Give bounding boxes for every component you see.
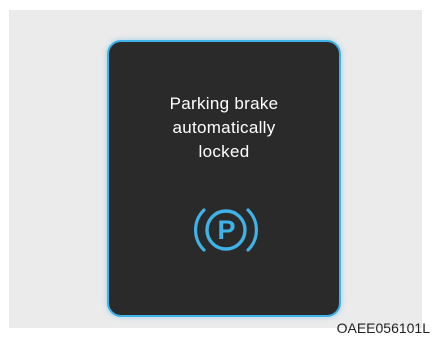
cluster-display-panel: Parking brake automatically locked P bbox=[107, 40, 341, 317]
parking-letter: P bbox=[217, 215, 235, 245]
image-code-caption: OAEE056101L bbox=[336, 320, 430, 336]
message-line-3: locked bbox=[198, 142, 250, 161]
status-message: Parking brake automatically locked bbox=[109, 92, 339, 164]
message-line-2: automatically bbox=[172, 118, 276, 137]
message-line-1: Parking brake bbox=[169, 94, 279, 113]
parking-brake-icon: P bbox=[194, 208, 258, 252]
